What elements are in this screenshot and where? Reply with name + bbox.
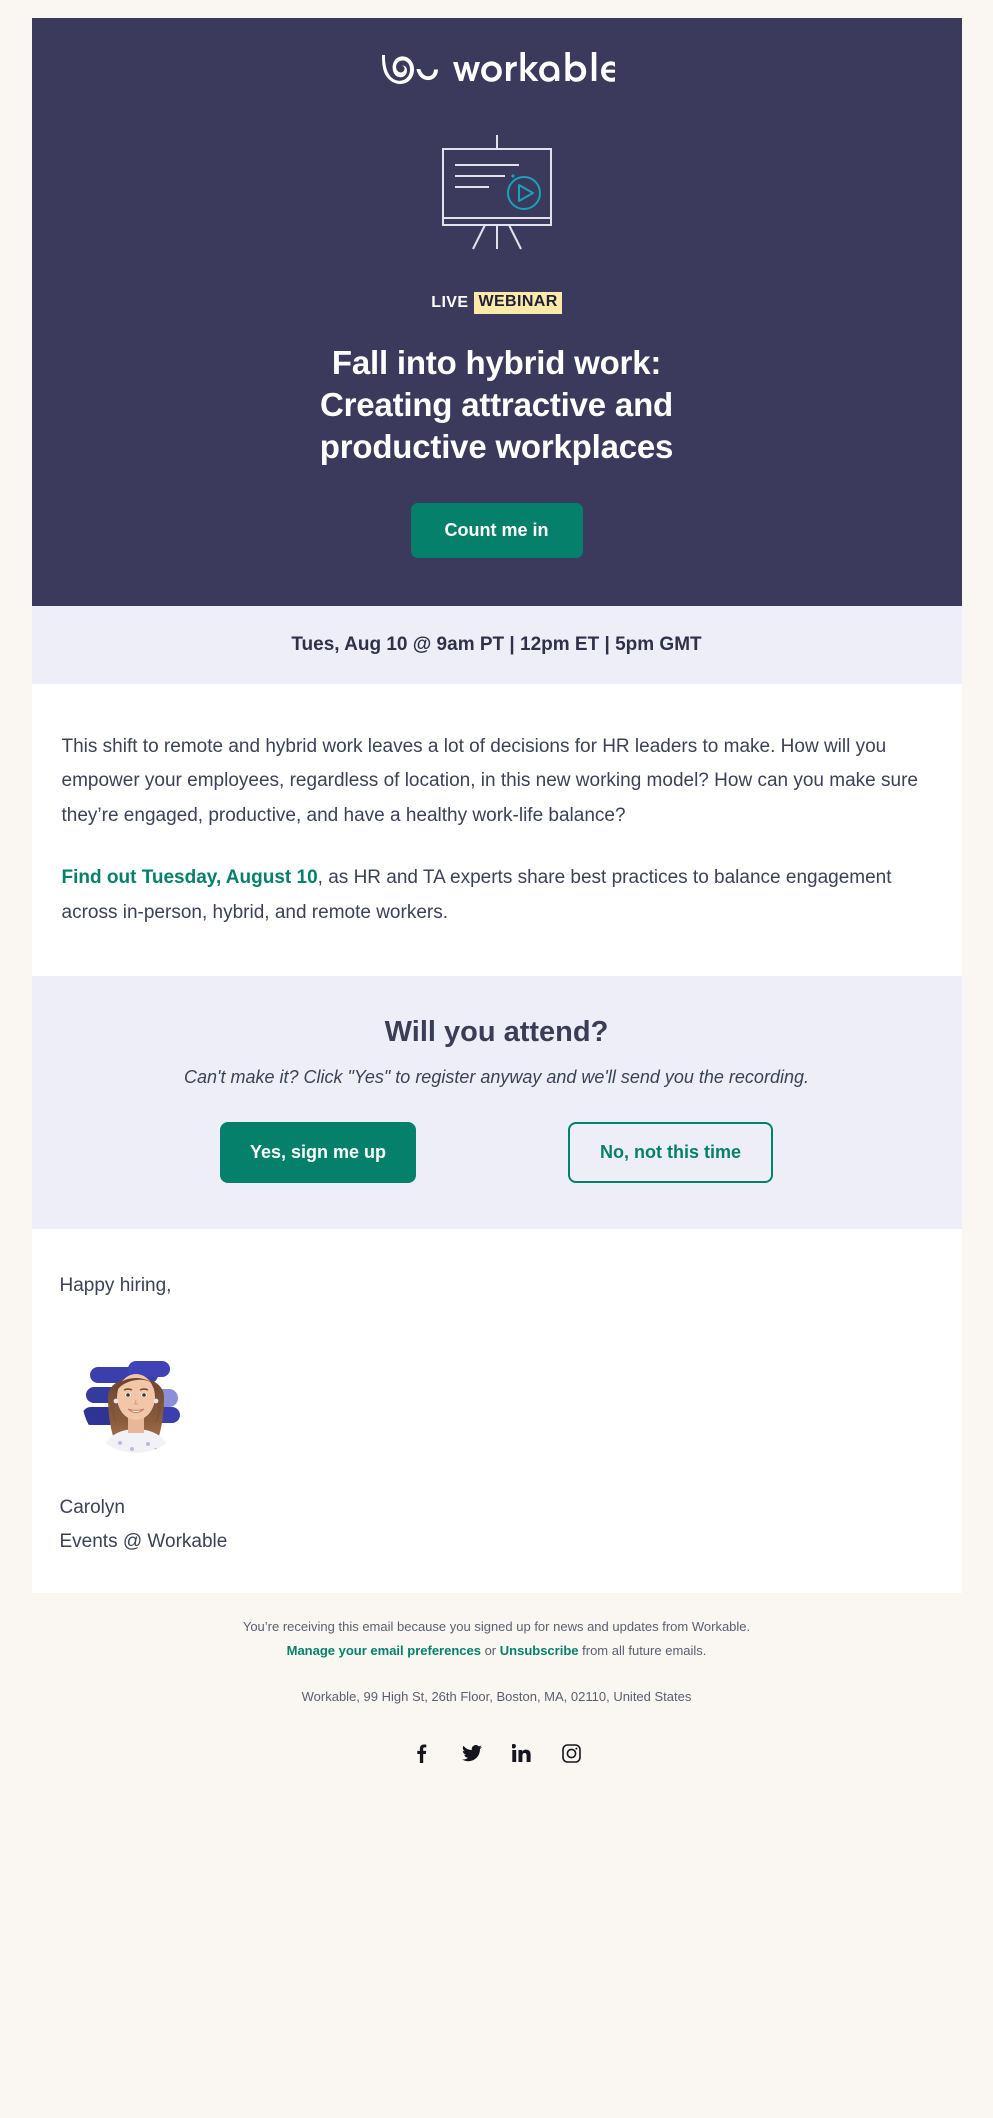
body-paragraph-2: Find out Tuesday, August 10, as HR and T… bbox=[60, 861, 934, 930]
webinar-datetime-bar: Tues, Aug 10 @ 9am PT | 12pm ET | 5pm GM… bbox=[31, 605, 962, 684]
footer-line-2-rest: from all future emails. bbox=[578, 1643, 707, 1659]
attend-section: Will you attend? Can't make it? Click "Y… bbox=[31, 976, 962, 1230]
carolyn-avatar-photo bbox=[81, 1345, 190, 1454]
yes-sign-me-up-button[interactable]: Yes, sign me up bbox=[219, 1122, 417, 1184]
attend-subtitle: Can't make it? Click "Yes" to register a… bbox=[184, 1067, 809, 1088]
hero-title: Fall into hybrid work: Creating attracti… bbox=[247, 342, 747, 469]
hero-title-line-2: Creating attractive and bbox=[319, 386, 673, 424]
hero-title-line-3: productive workplaces bbox=[319, 428, 674, 466]
social-links bbox=[40, 1742, 953, 1764]
signature-section: Happy hiring, Carolyn Events @ Workable bbox=[31, 1229, 962, 1594]
signature-name: Carolyn bbox=[59, 1497, 125, 1519]
find-out-date-link[interactable]: Find out Tuesday, August 10 bbox=[62, 867, 318, 888]
footer-links-line: Manage your email preferences or Unsubsc… bbox=[40, 1639, 953, 1663]
unsubscribe-link[interactable]: Unsubscribe bbox=[500, 1643, 579, 1658]
manage-preferences-link[interactable]: Manage your email preferences bbox=[287, 1643, 481, 1658]
email-footer: You’re receiving this email because you … bbox=[0, 1593, 993, 1795]
live-webinar-badge: LIVE WEBINAR bbox=[72, 292, 922, 314]
count-me-in-button[interactable]: Count me in bbox=[410, 502, 583, 558]
signature-greeting: Happy hiring, bbox=[59, 1275, 172, 1297]
webinar-presentation-board-icon bbox=[427, 132, 567, 254]
attend-button-group: Yes, sign me up No, not this time bbox=[56, 1122, 938, 1184]
footer-or-text: or bbox=[480, 1643, 500, 1659]
no-not-this-time-button[interactable]: No, not this time bbox=[568, 1122, 774, 1184]
email-container: LIVE WEBINAR Fall into hybrid work: Crea… bbox=[31, 18, 962, 1594]
badge-webinar-label: WEBINAR bbox=[474, 292, 562, 314]
email-page: LIVE WEBINAR Fall into hybrid work: Crea… bbox=[0, 0, 993, 1795]
brand-logo[interactable] bbox=[72, 42, 922, 96]
attend-title: Will you attend? bbox=[384, 1016, 609, 1049]
linkedin-icon[interactable] bbox=[511, 1742, 533, 1764]
facebook-icon[interactable] bbox=[411, 1742, 433, 1764]
hero-section: LIVE WEBINAR Fall into hybrid work: Crea… bbox=[31, 18, 962, 606]
badge-live-label: LIVE bbox=[431, 293, 469, 311]
signature-role: Events @ Workable bbox=[59, 1531, 228, 1553]
body-copy-section: This shift to remote and hybrid work lea… bbox=[31, 683, 962, 977]
twitter-icon[interactable] bbox=[461, 1742, 483, 1764]
workable-wordmark-icon bbox=[381, 52, 615, 85]
instagram-icon[interactable] bbox=[561, 1742, 583, 1764]
hero-title-line-1: Fall into hybrid work: bbox=[331, 343, 662, 381]
footer-address: Workable, 99 High St, 26th Floor, Boston… bbox=[301, 1689, 692, 1705]
body-paragraph-1: This shift to remote and hybrid work lea… bbox=[61, 735, 918, 826]
footer-reason-line: You’re receiving this email because you … bbox=[242, 1619, 751, 1635]
